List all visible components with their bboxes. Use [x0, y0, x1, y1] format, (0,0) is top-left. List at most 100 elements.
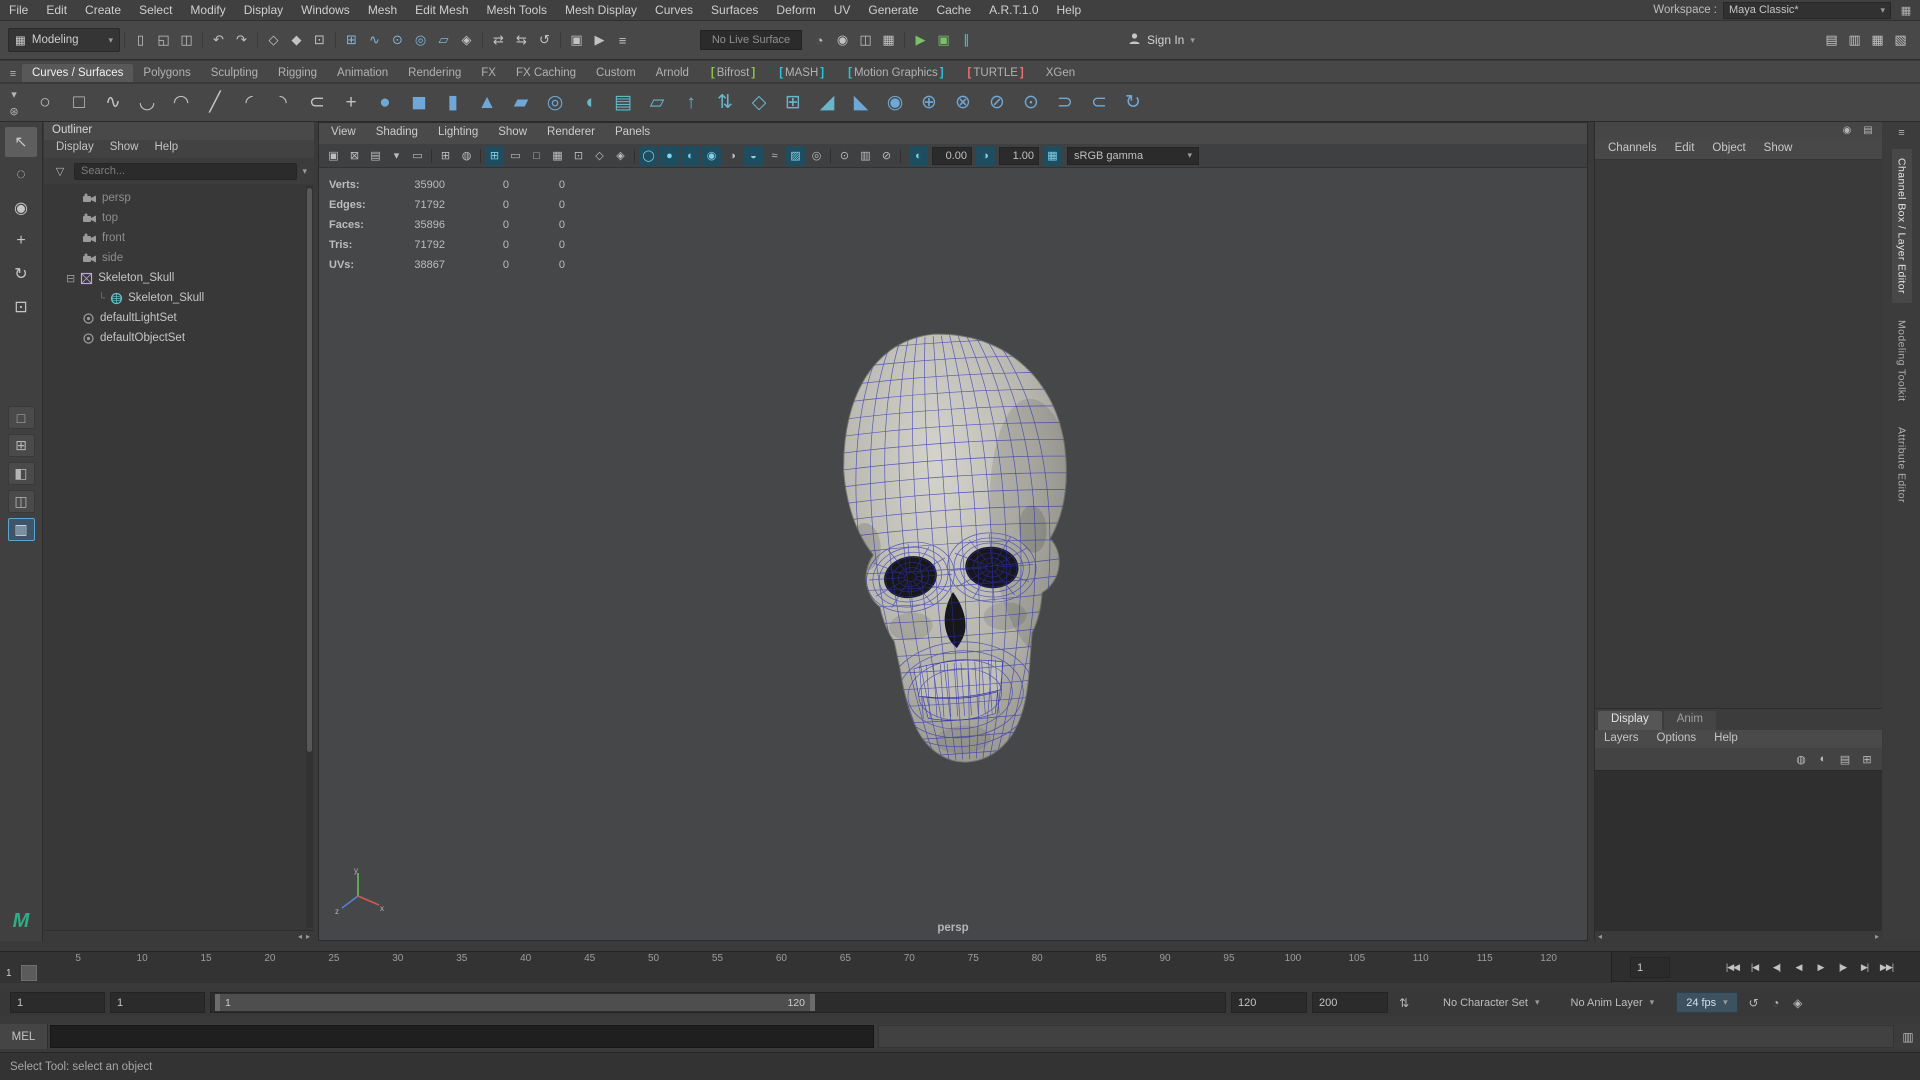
- layer-menu-layers[interactable]: Layers: [1595, 730, 1648, 748]
- channel-display-toggle-icon[interactable]: ◉: [1839, 124, 1855, 138]
- resolution-gate-icon[interactable]: □: [527, 146, 546, 166]
- script-editor-icon[interactable]: ▥: [1896, 1024, 1920, 1049]
- show-tool-settings-icon[interactable]: ▥: [1843, 27, 1866, 53]
- construction-history-icon[interactable]: ↺: [533, 27, 556, 53]
- shelf-tab-custom[interactable]: Custom: [586, 64, 646, 82]
- step-forward-one-key-button[interactable]: |▶: [1832, 955, 1853, 979]
- animation-end-field[interactable]: 200: [1312, 992, 1388, 1013]
- scroll-right-icon[interactable]: ▸: [1875, 932, 1879, 941]
- workspace-options-icon[interactable]: ▦: [1897, 2, 1915, 18]
- current-frame-marker[interactable]: [21, 965, 37, 981]
- outliner-menu-show[interactable]: Show: [102, 140, 147, 158]
- outliner-item-persp[interactable]: persp: [44, 188, 314, 208]
- move-tool[interactable]: +: [5, 226, 37, 256]
- collapse-expander-icon[interactable]: ⊟: [66, 272, 75, 285]
- outliner-scrollbar[interactable]: [306, 186, 313, 928]
- menu-file[interactable]: File: [0, 0, 37, 20]
- select-by-hierarchy-icon[interactable]: ◇: [262, 27, 285, 53]
- menu-help[interactable]: Help: [1048, 0, 1091, 20]
- outliner-item-defaultobjectset[interactable]: defaultObjectSet: [44, 328, 314, 348]
- scroll-left-icon[interactable]: ◂: [1598, 932, 1602, 941]
- symmetry-icon[interactable]: ◫: [854, 27, 877, 53]
- show-attribute-editor-icon[interactable]: ▤: [1820, 27, 1843, 53]
- menu-generate[interactable]: Generate: [859, 0, 927, 20]
- pause-viewport-icon[interactable]: ∥: [955, 27, 978, 53]
- loft-icon[interactable]: ▤: [606, 86, 640, 120]
- outliner-menu-help[interactable]: Help: [147, 140, 187, 158]
- shaded-display-icon[interactable]: ●: [660, 145, 679, 166]
- shelf-selector-icon[interactable]: ▾: [5, 86, 23, 102]
- scale-tool[interactable]: ⊡: [5, 292, 37, 322]
- use-all-lights-icon[interactable]: ◉: [702, 145, 721, 166]
- exposure-field[interactable]: 0.00: [932, 146, 972, 165]
- outliner-item-defaultlightset[interactable]: defaultLightSet: [44, 308, 314, 328]
- image-plane-icon[interactable]: ▭: [408, 146, 427, 166]
- menu-select[interactable]: Select: [130, 0, 181, 20]
- save-scene-icon[interactable]: ◫: [175, 27, 198, 53]
- ipr-render-icon[interactable]: ▶: [588, 27, 611, 53]
- playback-range-bar[interactable]: 1 120: [215, 994, 815, 1011]
- select-by-object-type-icon[interactable]: ◆: [285, 27, 308, 53]
- channel-box-hscrollbar[interactable]: ◂ ▸: [1595, 930, 1882, 941]
- menu-mesh[interactable]: Mesh: [359, 0, 406, 20]
- menu-windows[interactable]: Windows: [292, 0, 359, 20]
- shelf-tab-arnold[interactable]: Arnold: [646, 64, 699, 82]
- shelf-tab-rigging[interactable]: Rigging: [268, 64, 327, 82]
- layer-menu-options[interactable]: Options: [1648, 730, 1706, 748]
- snap-to-view-plane-icon[interactable]: ▱: [432, 27, 455, 53]
- persp-graph-layout[interactable]: ◫: [7, 490, 35, 513]
- gate-mask-icon[interactable]: ▦: [548, 146, 567, 166]
- menu-surfaces[interactable]: Surfaces: [702, 0, 767, 20]
- two-d-pan-zoom-icon[interactable]: ⊞: [436, 146, 455, 166]
- viewport-canvas[interactable]: Verts: 35900 0 0 Edges: 71792 0 0 Faces: 35896 0 0 T…: [319, 168, 1587, 940]
- bevel-plus-icon[interactable]: ◣: [844, 86, 878, 120]
- paint-select-tool[interactable]: ◉: [5, 193, 37, 223]
- shelf-tab-curves-surfaces[interactable]: Curves / Surfaces: [22, 64, 134, 82]
- fps-dropdown[interactable]: 24 fps ▾: [1676, 992, 1738, 1013]
- menu-uv[interactable]: UV: [825, 0, 860, 20]
- channel-box-menu-object[interactable]: Object: [1703, 139, 1754, 159]
- step-forward-one-frame-button[interactable]: ▶|: [1854, 955, 1875, 979]
- anim-layer-dropdown[interactable]: No Anim Layer ▾: [1562, 992, 1664, 1013]
- step-back-one-key-button[interactable]: ◀|: [1766, 955, 1787, 979]
- trim-tool-icon[interactable]: ⊘: [980, 86, 1014, 120]
- screen-space-ao-icon[interactable]: ◒: [744, 145, 763, 166]
- detach-surfaces-icon[interactable]: ⊂: [1082, 86, 1116, 120]
- redo-icon[interactable]: ↷: [230, 27, 253, 53]
- snap-to-projected-center-icon[interactable]: ◎: [409, 27, 432, 53]
- playback-loop-icon[interactable]: ↺: [1743, 992, 1765, 1013]
- menu-modify[interactable]: Modify: [181, 0, 234, 20]
- rotate-tool[interactable]: ↻: [5, 259, 37, 289]
- range-spinner-icon[interactable]: ⇅: [1393, 992, 1415, 1013]
- birail-icon[interactable]: ⇅: [708, 86, 742, 120]
- new-scene-icon[interactable]: ▯: [129, 27, 152, 53]
- menu-curves[interactable]: Curves: [646, 0, 702, 20]
- shelf-menu-icon[interactable]: ≡: [4, 66, 22, 82]
- select-tool[interactable]: ↖: [5, 127, 37, 157]
- shadows-icon[interactable]: ◑: [723, 146, 742, 166]
- open-scene-icon[interactable]: ◱: [152, 27, 175, 53]
- menu-cache[interactable]: Cache: [927, 0, 980, 20]
- extrude-icon[interactable]: ↑: [674, 86, 708, 120]
- skull-model[interactable]: [797, 320, 1093, 776]
- show-channel-box-icon[interactable]: ▦: [1866, 27, 1889, 53]
- menu-edit-mesh[interactable]: Edit Mesh: [406, 0, 477, 20]
- sidebar-options-icon[interactable]: ≡: [1893, 125, 1911, 141]
- playback-end-field[interactable]: 120: [1231, 992, 1307, 1013]
- intersect-surfaces-icon[interactable]: ⊗: [946, 86, 980, 120]
- create-new-layer-icon[interactable]: ⊞: [1858, 750, 1876, 768]
- camera-attributes-icon[interactable]: ▤: [366, 146, 385, 166]
- menu-set-dropdown[interactable]: ▦ Modeling ▾: [8, 28, 120, 52]
- open-close-surface-icon[interactable]: ↻: [1116, 86, 1150, 120]
- toggle-layer-visibility-icon[interactable]: ◍: [1792, 750, 1810, 768]
- perspective-viewport[interactable]: View Shading Lighting Show Renderer Panels ▣ ⊠…: [318, 122, 1588, 941]
- outliner-item-front[interactable]: front: [44, 228, 314, 248]
- planar-icon[interactable]: ▱: [640, 86, 674, 120]
- boundary-icon[interactable]: ◇: [742, 86, 776, 120]
- depth-of-field-icon[interactable]: ◎: [807, 146, 826, 166]
- nurbs-cone-icon[interactable]: ▲: [470, 86, 504, 120]
- sign-in-button[interactable]: Sign In ▾: [1128, 32, 1195, 48]
- outliner-item-skeleton-skull[interactable]: ⊟ Skeleton_Skull: [44, 268, 314, 288]
- grid-display-icon[interactable]: ⊞: [485, 145, 504, 166]
- channel-box-menu-edit[interactable]: Edit: [1666, 139, 1704, 159]
